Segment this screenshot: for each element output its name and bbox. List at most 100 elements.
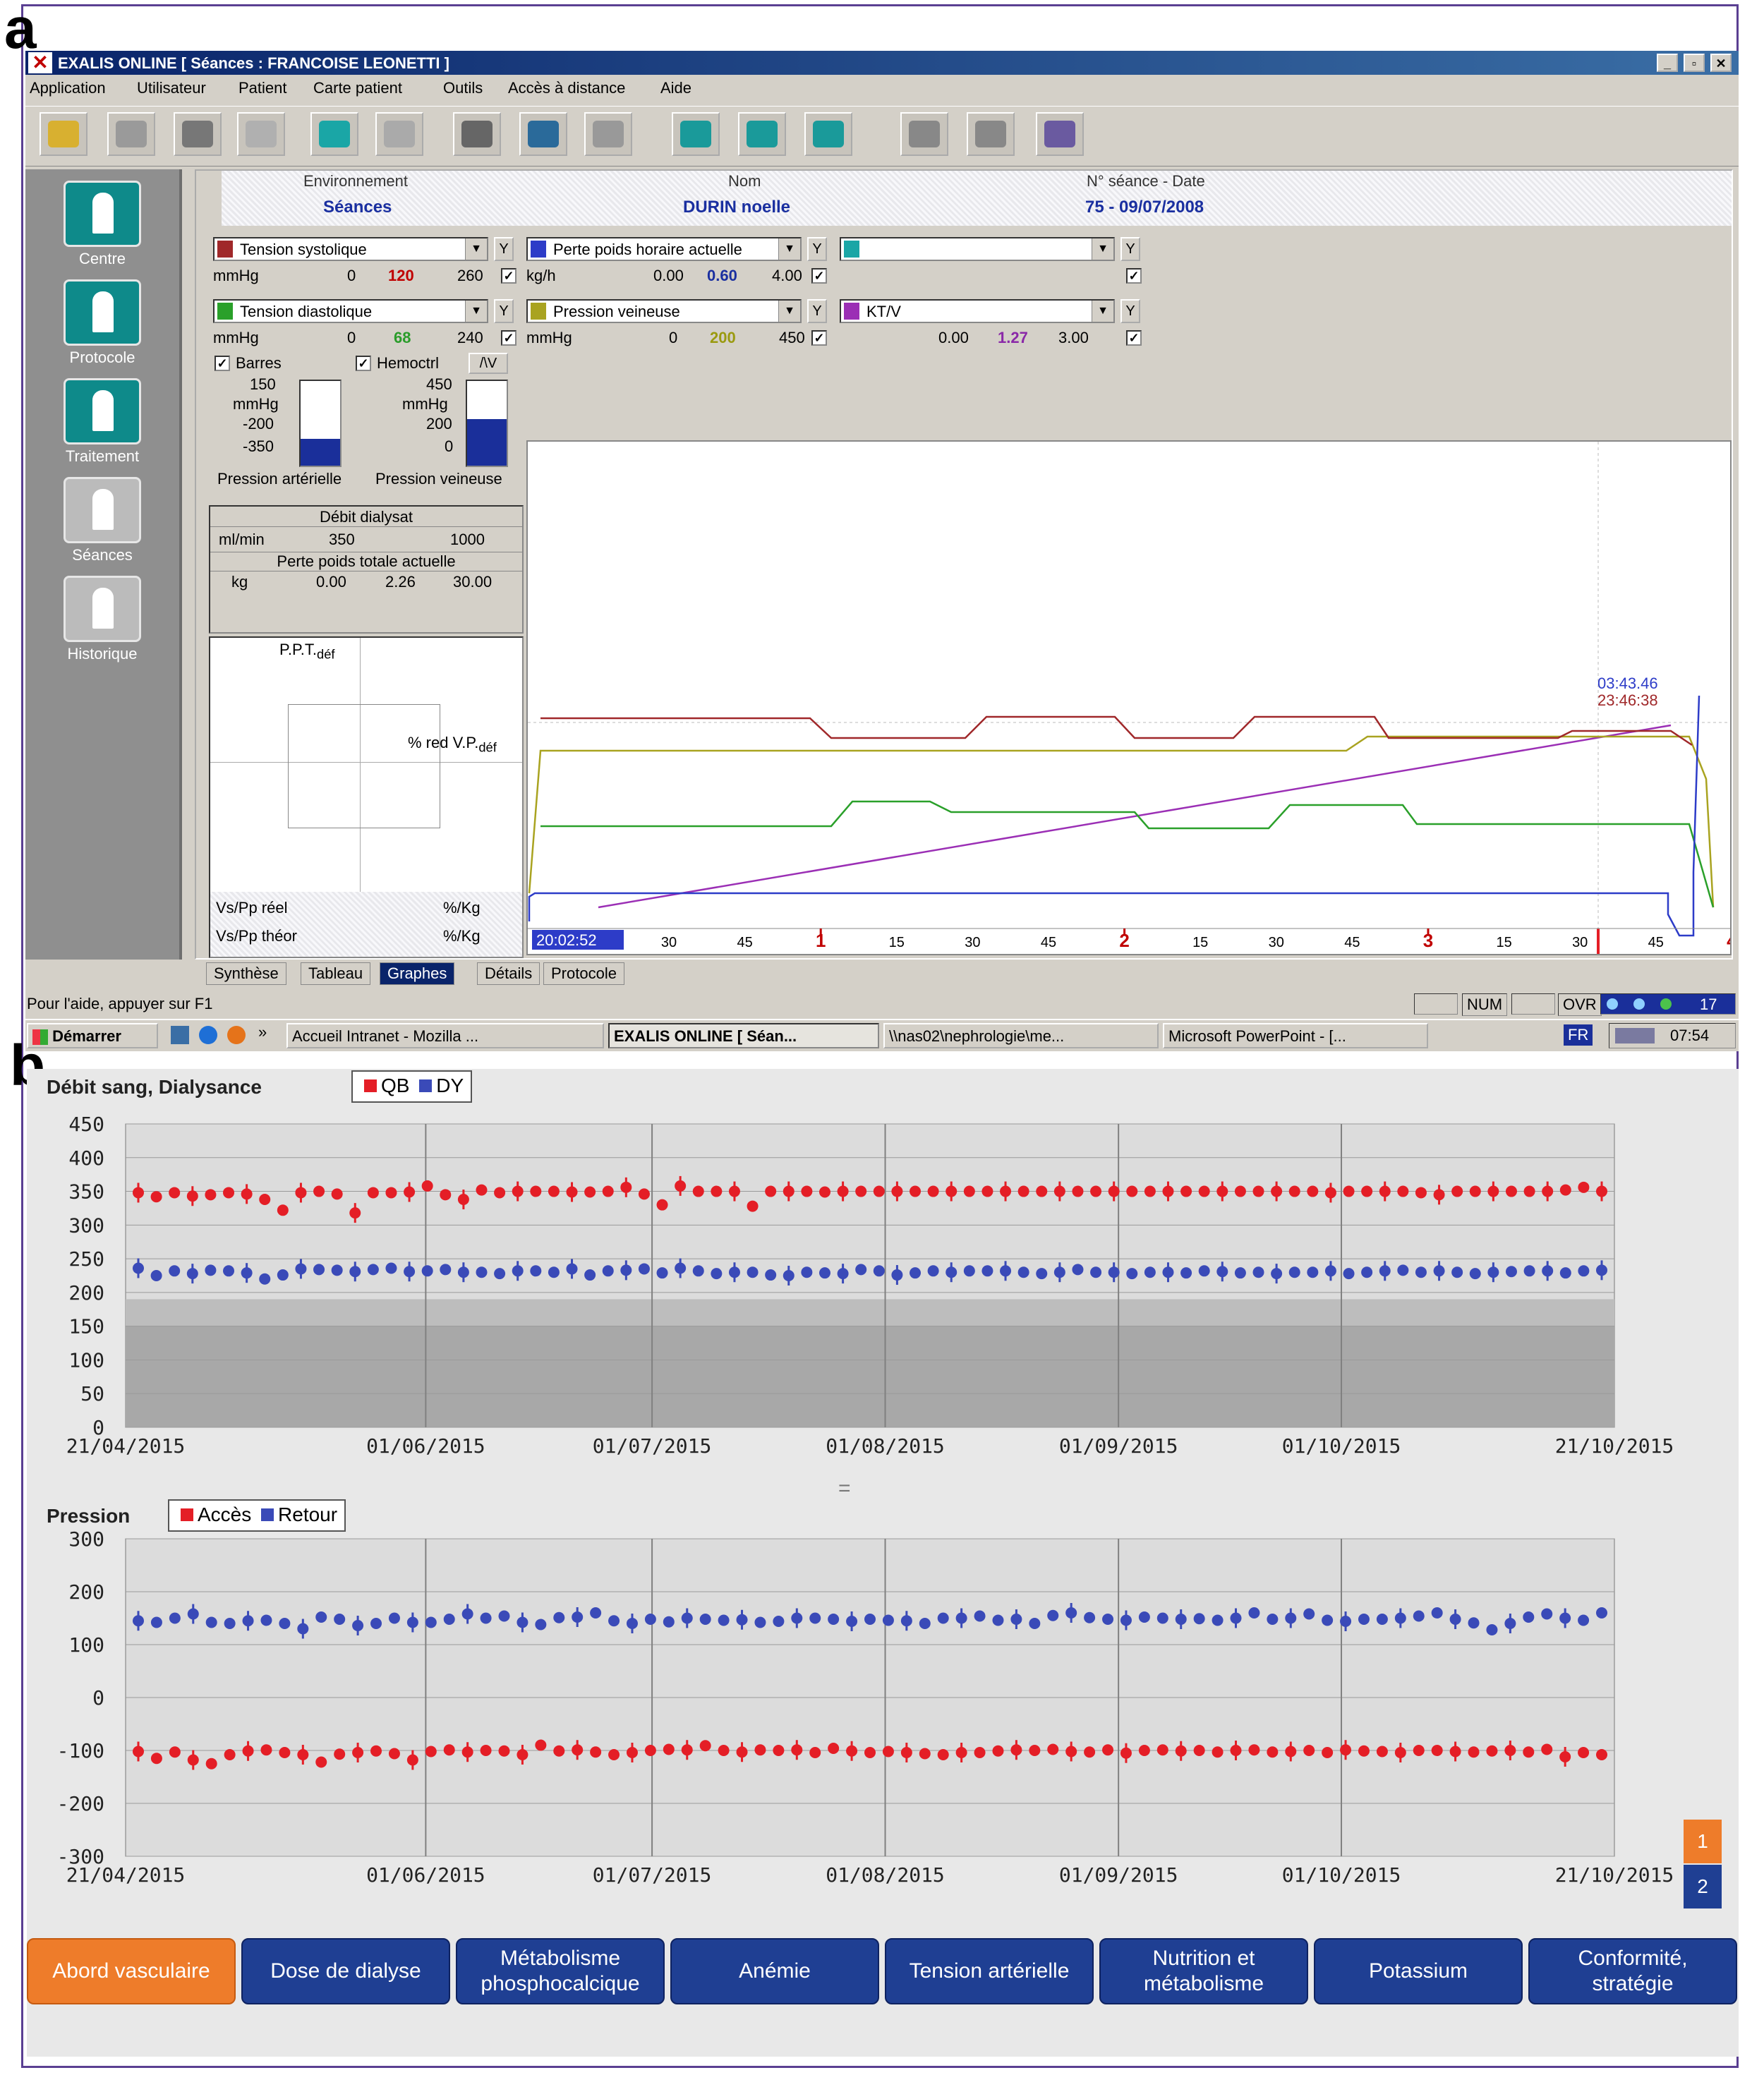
hemoctrl-checkbox[interactable]: ✓ xyxy=(356,356,371,371)
checkbox[interactable]: ✓ xyxy=(1126,330,1142,346)
task-exalis[interactable]: EXALIS ONLINE [ Séan... xyxy=(608,1023,879,1048)
network-button[interactable] xyxy=(519,112,567,156)
tab-protocole[interactable]: Protocole xyxy=(543,962,624,985)
menu-outils[interactable]: Outils xyxy=(443,79,483,97)
data-point xyxy=(1010,1614,1022,1625)
print-button[interactable] xyxy=(174,112,222,156)
tray-icons[interactable] xyxy=(1615,1028,1655,1043)
data-point xyxy=(1212,1614,1224,1626)
sidebar-item-traitement[interactable]: Traitement xyxy=(25,378,179,466)
tab-anemie[interactable]: Anémie xyxy=(670,1938,879,2004)
task-powerpoint[interactable]: Microsoft PowerPoint - [... xyxy=(1163,1023,1428,1048)
more-chevron[interactable]: » xyxy=(258,1023,267,1041)
page-2-button[interactable]: 2 xyxy=(1684,1865,1722,1908)
empty-select[interactable]: ▼ xyxy=(840,237,1115,261)
menu-bar: Application Utilisateur Patient Carte pa… xyxy=(25,76,1739,100)
tab-conformite[interactable]: Conformité, stratégie xyxy=(1528,1938,1737,2004)
tab-details[interactable]: Détails xyxy=(477,962,540,985)
tab-nutrition[interactable]: Nutrition et métabolisme xyxy=(1099,1938,1308,2004)
y-button[interactable]: Y xyxy=(807,237,827,261)
card-button[interactable] xyxy=(672,112,720,156)
data-point xyxy=(1433,1265,1445,1277)
ktv-select[interactable]: KT/V ▼ xyxy=(840,299,1115,323)
data-point xyxy=(516,1749,528,1760)
patient-button[interactable] xyxy=(310,112,358,156)
tab-metabolisme[interactable]: Métabolisme phosphocalcique xyxy=(456,1938,665,2004)
menu-acces-distance[interactable]: Accès à distance xyxy=(508,79,625,97)
av-button[interactable]: /\V xyxy=(469,353,508,374)
tab-synthese[interactable]: Synthèse xyxy=(206,962,286,985)
close-button[interactable]: ✕ xyxy=(1710,54,1732,72)
data-point xyxy=(1415,1187,1427,1199)
checkbox[interactable]: ✓ xyxy=(501,330,516,346)
restore-button[interactable]: ▫ xyxy=(1684,54,1705,72)
sidebar-item-protocole[interactable]: Protocole xyxy=(25,279,179,367)
data-point xyxy=(297,1749,309,1760)
menu-aide[interactable]: Aide xyxy=(660,79,691,97)
data-point xyxy=(747,1200,759,1212)
data-point xyxy=(1376,1614,1388,1625)
y-button[interactable]: Y xyxy=(1120,299,1140,323)
tab-tableau[interactable]: Tableau xyxy=(301,962,371,985)
data-point xyxy=(882,1746,894,1758)
tab-tension[interactable]: Tension artérielle xyxy=(885,1938,1094,2004)
checkbox[interactable]: ✓ xyxy=(501,268,516,284)
firefox-icon[interactable] xyxy=(227,1026,246,1044)
edit-button[interactable] xyxy=(237,112,285,156)
notepad-button[interactable] xyxy=(900,112,948,156)
sidebar-item-historique[interactable]: Historique xyxy=(25,576,179,663)
data-point xyxy=(1072,1264,1084,1276)
sidebar-item-seances[interactable]: Séances xyxy=(25,477,179,564)
tab-potassium[interactable]: Potassium xyxy=(1314,1938,1523,2004)
chat-button[interactable] xyxy=(738,112,786,156)
checkbox[interactable]: ✓ xyxy=(1126,268,1142,284)
tab-graphes[interactable]: Graphes xyxy=(380,962,455,985)
language-indicator[interactable]: FR xyxy=(1564,1024,1593,1046)
book-button[interactable] xyxy=(804,112,852,156)
task-folder[interactable]: \\nas02\nephrologie\me... xyxy=(883,1023,1159,1048)
menu-carte-patient[interactable]: Carte patient xyxy=(313,79,402,97)
task-mozilla[interactable]: Accueil Intranet - Mozilla ... xyxy=(286,1023,604,1048)
keyboard-icon xyxy=(384,121,415,147)
checkbox[interactable]: ✓ xyxy=(811,330,827,346)
data-point xyxy=(1271,1185,1283,1197)
keyboard-button[interactable] xyxy=(375,112,423,156)
menu-patient[interactable]: Patient xyxy=(238,79,287,97)
time-tick-label: 45 xyxy=(1041,935,1056,950)
barres-checkbox[interactable]: ✓ xyxy=(215,356,230,371)
page-1-button[interactable]: 1 xyxy=(1684,1820,1722,1863)
data-point xyxy=(315,1756,327,1768)
perte-unit: kg xyxy=(231,573,248,591)
perte-poids-select[interactable]: Perte poids horaire actuelle ▼ xyxy=(526,237,802,261)
minimize-button[interactable]: _ xyxy=(1657,54,1678,72)
data-point xyxy=(1431,1745,1443,1756)
y-button[interactable]: Y xyxy=(1120,237,1140,261)
session-graph-svg: 03:43.46 23:46:38 20:02:52 30 45 1 15 30 45 2 1… xyxy=(528,442,1737,954)
list-button[interactable] xyxy=(967,112,1015,156)
import-button[interactable] xyxy=(453,112,501,156)
y-button[interactable]: Y xyxy=(494,299,514,323)
sidebar-item-centre[interactable]: Centre xyxy=(25,181,179,268)
status-bar: Pour l'aide, appuyer sur F1 NUM OVR 17 xyxy=(25,992,1739,1016)
diastolique-select[interactable]: Tension diastolique ▼ xyxy=(213,299,488,323)
key-button[interactable] xyxy=(40,112,87,156)
tab-dose-dialyse[interactable]: Dose de dialyse xyxy=(241,1938,450,2004)
tools-button[interactable] xyxy=(1036,112,1084,156)
ie-icon[interactable] xyxy=(199,1026,217,1044)
pression-veineuse-select[interactable]: Pression veineuse ▼ xyxy=(526,299,802,323)
menu-utilisateur[interactable]: Utilisateur xyxy=(137,79,206,97)
y-button[interactable]: Y xyxy=(494,237,514,261)
back-button[interactable] xyxy=(107,112,155,156)
tab-abord-vasculaire[interactable]: Abord vasculaire xyxy=(27,1938,236,2004)
select-text: Pression veineuse xyxy=(553,303,680,320)
systolique-select[interactable]: Tension systolique ▼ xyxy=(213,237,488,261)
unit-label: mmHg xyxy=(213,267,259,284)
data-point xyxy=(1285,1612,1297,1624)
minus-button[interactable] xyxy=(584,112,632,156)
data-point xyxy=(186,1268,198,1280)
start-button[interactable]: Démarrer xyxy=(27,1023,158,1048)
y-button[interactable]: Y xyxy=(807,299,827,323)
menu-application[interactable]: Application xyxy=(30,79,106,97)
desktop-icon[interactable] xyxy=(171,1026,189,1044)
checkbox[interactable]: ✓ xyxy=(811,268,827,284)
